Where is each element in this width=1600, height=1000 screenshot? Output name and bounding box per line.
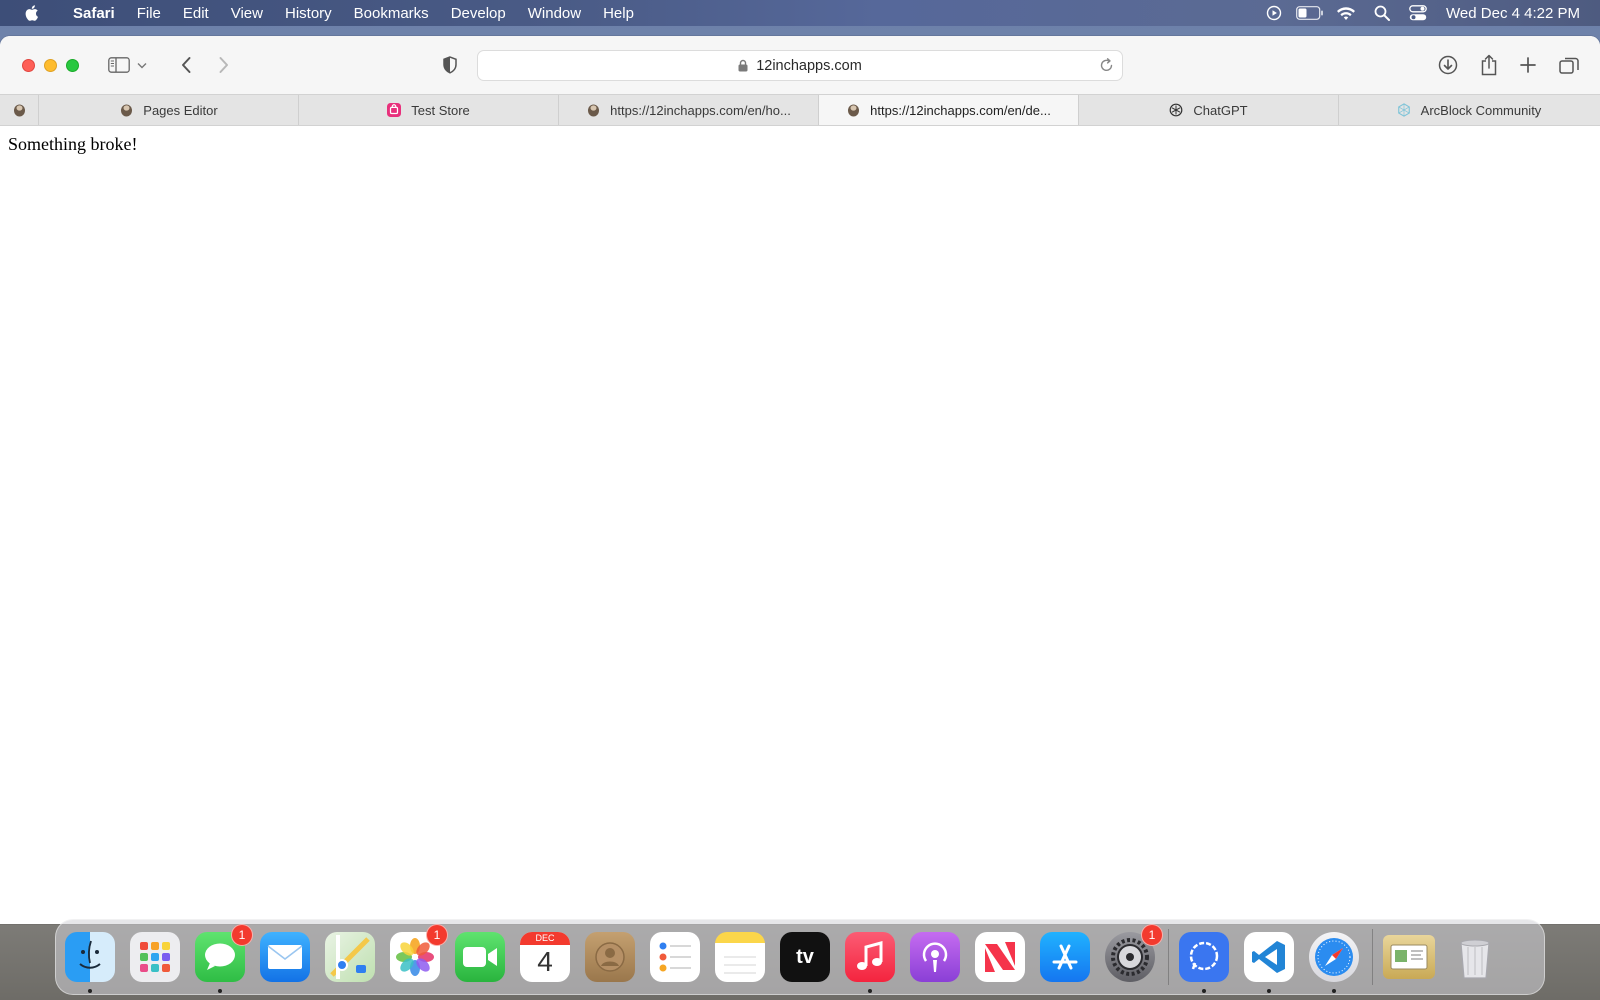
error-message: Something broke!: [8, 134, 138, 154]
dock: 1 1 DEC 4 tv 1: [55, 919, 1545, 995]
dock-calendar-icon[interactable]: DEC 4: [520, 932, 570, 982]
dock-separator: [1372, 929, 1373, 985]
dock-podcasts-icon[interactable]: [910, 932, 960, 982]
dock-safari-icon[interactable]: [1309, 932, 1359, 993]
dock-facetime-icon[interactable]: [455, 932, 505, 982]
tab-test-store[interactable]: Test Store: [299, 95, 559, 125]
tab-12inchapps-active[interactable]: https://12inchapps.com/en/de...: [819, 95, 1079, 125]
dock-tv-icon[interactable]: tv: [780, 932, 830, 982]
now-playing-icon[interactable]: [1256, 0, 1292, 26]
menu-clock[interactable]: Wed Dec 4 4:22 PM: [1446, 5, 1580, 22]
window-controls: [22, 58, 79, 72]
dock-preview-folder-icon[interactable]: [1383, 935, 1435, 979]
running-indicator: [868, 989, 872, 993]
wifi-icon[interactable]: [1328, 0, 1364, 26]
notification-badge: 1: [231, 924, 253, 946]
dock-mail-icon[interactable]: [260, 932, 310, 982]
tab-label: https://12inchapps.com/en/ho...: [610, 102, 791, 118]
running-indicator: [1267, 989, 1271, 993]
dock-launchpad-icon[interactable]: [130, 932, 180, 982]
tab-arcblock[interactable]: ArcBlock Community: [1339, 95, 1599, 125]
menu-help[interactable]: Help: [592, 5, 645, 22]
calendar-day: 4: [537, 946, 553, 977]
tab-bar: Pages Editor Test Store https://12inchap…: [0, 94, 1600, 126]
tv-label: tv: [796, 945, 814, 968]
tab-label: Pages Editor: [143, 102, 218, 118]
running-indicator: [1332, 989, 1336, 993]
running-indicator: [88, 989, 92, 993]
dock-maps-icon[interactable]: [325, 932, 375, 982]
site-favicon-icon: [119, 103, 133, 117]
dock-system-settings-icon[interactable]: 1: [1105, 924, 1163, 982]
dock-finder-icon[interactable]: [65, 932, 115, 993]
dock-trash-icon[interactable]: [1450, 932, 1500, 982]
menu-app-safari[interactable]: Safari: [62, 5, 126, 22]
sidebar-chevron-down-icon[interactable]: [132, 50, 152, 80]
tab-pinned[interactable]: [0, 95, 39, 125]
tab-12inchapps-home[interactable]: https://12inchapps.com/en/ho...: [559, 95, 819, 125]
safari-window: 12inchapps.com Pages Editor Test Store h…: [0, 36, 1600, 924]
dock-signal-icon[interactable]: [1179, 932, 1229, 993]
running-indicator: [1202, 989, 1206, 993]
new-tab-plus-icon[interactable]: [1512, 50, 1544, 80]
notification-badge: 1: [426, 924, 448, 946]
address-url: 12inchapps.com: [756, 57, 862, 74]
privacy-report-shield-icon[interactable]: [434, 50, 466, 80]
menu-file[interactable]: File: [126, 5, 172, 22]
tab-pages-editor[interactable]: Pages Editor: [39, 95, 299, 125]
reload-icon[interactable]: [1099, 57, 1114, 77]
close-window-button[interactable]: [22, 58, 35, 72]
chatgpt-favicon-icon: [1169, 103, 1183, 117]
store-favicon-icon: [387, 103, 402, 117]
dock-app-store-icon[interactable]: [1040, 932, 1090, 982]
menu-history[interactable]: History: [274, 5, 343, 22]
arcblock-favicon-icon: [1397, 103, 1411, 117]
site-favicon-icon: [586, 103, 600, 117]
battery-icon[interactable]: [1292, 0, 1328, 26]
spotlight-search-icon[interactable]: [1364, 0, 1400, 26]
browser-toolbar: 12inchapps.com: [0, 36, 1600, 94]
menu-bookmarks[interactable]: Bookmarks: [343, 5, 440, 22]
sidebar-toggle-button[interactable]: [103, 50, 135, 80]
control-center-icon[interactable]: [1400, 0, 1436, 26]
dock-vscode-icon[interactable]: [1244, 932, 1294, 993]
menu-view[interactable]: View: [220, 5, 274, 22]
dock-notes-icon[interactable]: [715, 932, 765, 982]
calendar-month: DEC: [520, 932, 570, 945]
minimize-window-button[interactable]: [44, 58, 57, 72]
dock-music-icon[interactable]: [845, 932, 895, 993]
menu-develop[interactable]: Develop: [440, 5, 517, 22]
dock-messages-icon[interactable]: 1: [195, 924, 253, 993]
menu-window[interactable]: Window: [517, 5, 592, 22]
back-button[interactable]: [170, 50, 202, 80]
address-bar[interactable]: 12inchapps.com: [477, 50, 1123, 81]
maximize-window-button[interactable]: [66, 58, 79, 72]
menu-bar: Safari File Edit View History Bookmarks …: [0, 0, 1600, 26]
dock-reminders-icon[interactable]: [650, 932, 700, 982]
downloads-icon[interactable]: [1432, 50, 1464, 80]
forward-button[interactable]: [208, 50, 240, 80]
menu-edit[interactable]: Edit: [172, 5, 220, 22]
dock-contacts-icon[interactable]: [585, 932, 635, 982]
tab-label: ArcBlock Community: [1420, 102, 1542, 118]
apple-menu-icon[interactable]: [0, 4, 62, 22]
tab-label: https://12inchapps.com/en/de...: [870, 102, 1051, 118]
dock-news-icon[interactable]: [975, 932, 1025, 982]
dock-photos-icon[interactable]: 1: [390, 924, 448, 982]
site-favicon-icon: [12, 103, 26, 117]
dock-separator: [1168, 929, 1169, 985]
tab-overview-icon[interactable]: [1553, 50, 1585, 80]
tab-chatgpt[interactable]: ChatGPT: [1079, 95, 1339, 125]
lock-icon: [738, 59, 748, 72]
tab-label: ChatGPT: [1193, 102, 1248, 118]
page-content: Something broke!: [0, 126, 1600, 163]
running-indicator: [218, 989, 222, 993]
notification-badge: 1: [1141, 924, 1163, 946]
site-favicon-icon: [846, 103, 860, 117]
share-icon[interactable]: [1473, 50, 1505, 80]
tab-label: Test Store: [411, 102, 470, 118]
